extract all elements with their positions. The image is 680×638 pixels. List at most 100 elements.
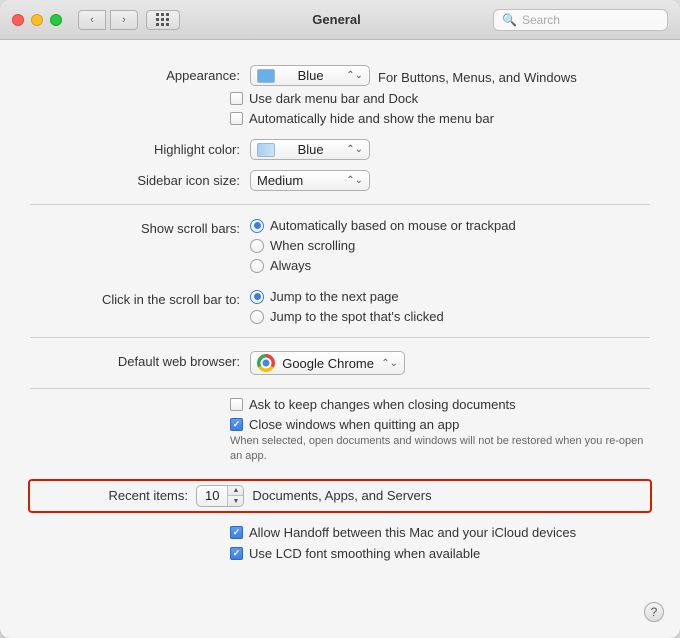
ask-keep-changes-checkbox[interactable] xyxy=(230,398,243,411)
sidebar-icon-size-value: Medium xyxy=(257,173,303,188)
nav-buttons: ‹ › xyxy=(78,10,138,30)
recent-items-desc: Documents, Apps, and Servers xyxy=(252,488,431,503)
appearance-inline: Blue ⌃⌄ For Buttons, Menus, and Windows xyxy=(250,65,650,86)
highlight-color-label: Highlight color: xyxy=(30,139,250,157)
titlebar: ‹ › General 🔍 xyxy=(0,0,680,40)
highlight-color-dropdown[interactable]: Blue ⌃⌄ xyxy=(250,139,370,160)
traffic-lights xyxy=(12,14,62,26)
close-windows-checkbox[interactable] xyxy=(230,418,243,431)
allow-handoff-row: Allow Handoff between this Mac and your … xyxy=(230,525,650,540)
stepper-up[interactable]: ▲ xyxy=(228,486,243,497)
recent-items-label: Recent items: xyxy=(38,488,188,503)
appearance-content: Blue ⌃⌄ For Buttons, Menus, and Windows xyxy=(250,65,650,86)
appearance-dropdown-value: Blue xyxy=(298,68,324,83)
scroll-bars-content: Automatically based on mouse or trackpad… xyxy=(250,218,650,273)
scroll-always-label: Always xyxy=(270,258,311,273)
preferences-window: ‹ › General 🔍 Appearance: Blue xyxy=(0,0,680,638)
handoff-section: Allow Handoff between this Mac and your … xyxy=(230,525,680,540)
sidebar-icon-size-dropdown[interactable]: Medium ⌃⌄ xyxy=(250,170,370,191)
scroll-bars-label: Show scroll bars: xyxy=(30,218,250,236)
default-browser-content: Google Chrome ⌃⌄ xyxy=(250,351,650,375)
click-scroll-row: Click in the scroll bar to: Jump to the … xyxy=(0,284,680,329)
highlight-color-value: Blue xyxy=(298,142,324,157)
click-next-radio[interactable] xyxy=(250,290,264,304)
scroll-always-radio[interactable] xyxy=(250,259,264,273)
appearance-side-text: For Buttons, Menus, and Windows xyxy=(378,67,577,85)
click-spot-row: Jump to the spot that's clicked xyxy=(250,309,650,324)
minimize-button[interactable] xyxy=(31,14,43,26)
default-browser-row: Default web browser: Google Chrome ⌃⌄ xyxy=(0,346,680,380)
click-next-label: Jump to the next page xyxy=(270,289,399,304)
highlight-color-swatch xyxy=(257,143,275,157)
close-windows-row: Close windows when quitting an app xyxy=(230,417,650,432)
lcd-font-checkbox[interactable] xyxy=(230,547,243,560)
allow-handoff-label: Allow Handoff between this Mac and your … xyxy=(249,525,576,540)
scroll-auto-radio[interactable] xyxy=(250,219,264,233)
sidebar-icon-size-arrow: ⌃⌄ xyxy=(346,175,363,186)
lcd-font-section: Use LCD font smoothing when available xyxy=(230,546,680,561)
appearance-row: Appearance: Blue ⌃⌄ For Buttons, Menus, … xyxy=(0,60,680,91)
grid-icon xyxy=(156,13,170,27)
window-title: General xyxy=(180,12,493,27)
ask-keep-changes-row: Ask to keep changes when closing documen… xyxy=(230,397,650,412)
help-button[interactable]: ? xyxy=(644,602,664,622)
content-area: Appearance: Blue ⌃⌄ For Buttons, Menus, … xyxy=(0,40,680,638)
default-browser-value: Google Chrome xyxy=(282,356,374,371)
divider-2 xyxy=(30,337,650,338)
chrome-icon xyxy=(257,354,275,372)
lcd-font-label: Use LCD font smoothing when available xyxy=(249,546,480,561)
docs-checkboxes: Ask to keep changes when closing documen… xyxy=(230,397,680,432)
maximize-button[interactable] xyxy=(50,14,62,26)
close-button[interactable] xyxy=(12,14,24,26)
dark-menu-bar-row: Use dark menu bar and Dock xyxy=(230,91,650,106)
close-windows-label: Close windows when quitting an app xyxy=(249,417,459,432)
lcd-font-row: Use LCD font smoothing when available xyxy=(230,546,650,561)
dark-menu-bar-label: Use dark menu bar and Dock xyxy=(249,91,418,106)
click-scroll-content: Jump to the next page Jump to the spot t… xyxy=(250,289,650,324)
ask-keep-changes-label: Ask to keep changes when closing documen… xyxy=(249,397,516,412)
sidebar-icon-size-label: Sidebar icon size: xyxy=(30,170,250,188)
search-bar[interactable]: 🔍 xyxy=(493,9,668,31)
sidebar-icon-size-row: Sidebar icon size: Medium ⌃⌄ xyxy=(0,165,680,196)
scroll-auto-label: Automatically based on mouse or trackpad xyxy=(270,218,516,233)
stepper-arrows: ▲ ▼ xyxy=(228,486,243,506)
click-spot-radio[interactable] xyxy=(250,310,264,324)
default-browser-arrow: ⌃⌄ xyxy=(381,358,398,369)
appearance-dropdown-arrow: ⌃⌄ xyxy=(346,70,363,81)
click-next-row: Jump to the next page xyxy=(250,289,650,304)
recent-items-value: 10 xyxy=(197,486,228,506)
sidebar-icon-size-content: Medium ⌃⌄ xyxy=(250,170,650,191)
grid-view-button[interactable] xyxy=(146,10,180,30)
default-browser-dropdown[interactable]: Google Chrome ⌃⌄ xyxy=(250,351,405,375)
default-browser-label: Default web browser: xyxy=(30,351,250,369)
highlight-color-row: Highlight color: Blue ⌃⌄ xyxy=(0,134,680,165)
auto-hide-menu-row: Automatically hide and show the menu bar xyxy=(230,111,650,126)
allow-handoff-checkbox[interactable] xyxy=(230,526,243,539)
divider-1 xyxy=(30,204,650,205)
appearance-dropdown[interactable]: Blue ⌃⌄ xyxy=(250,65,370,86)
auto-hide-menu-checkbox[interactable] xyxy=(230,112,243,125)
divider-3 xyxy=(30,388,650,389)
scroll-when-radio[interactable] xyxy=(250,239,264,253)
highlight-color-content: Blue ⌃⌄ xyxy=(250,139,650,160)
search-icon: 🔍 xyxy=(502,13,517,27)
recent-items-stepper[interactable]: 10 ▲ ▼ xyxy=(196,485,244,507)
scroll-when-row: When scrolling xyxy=(250,238,650,253)
auto-hide-menu-label: Automatically hide and show the menu bar xyxy=(249,111,494,126)
stepper-down[interactable]: ▼ xyxy=(228,496,243,506)
scroll-bars-row: Show scroll bars: Automatically based on… xyxy=(0,213,680,278)
forward-button[interactable]: › xyxy=(110,10,138,30)
recent-items-section: Recent items: 10 ▲ ▼ Documents, Apps, an… xyxy=(28,479,652,513)
click-scroll-label: Click in the scroll bar to: xyxy=(30,289,250,307)
blue-swatch xyxy=(257,69,275,83)
scroll-when-label: When scrolling xyxy=(270,238,355,253)
appearance-label: Appearance: xyxy=(30,65,250,83)
click-spot-label: Jump to the spot that's clicked xyxy=(270,309,444,324)
appearance-checkboxes: Use dark menu bar and Dock Automatically… xyxy=(230,91,680,126)
scroll-always-row: Always xyxy=(250,258,650,273)
search-input[interactable] xyxy=(522,13,659,27)
highlight-color-arrow: ⌃⌄ xyxy=(346,144,363,155)
close-windows-note: When selected, open documents and window… xyxy=(230,432,680,467)
back-button[interactable]: ‹ xyxy=(78,10,106,30)
dark-menu-bar-checkbox[interactable] xyxy=(230,92,243,105)
